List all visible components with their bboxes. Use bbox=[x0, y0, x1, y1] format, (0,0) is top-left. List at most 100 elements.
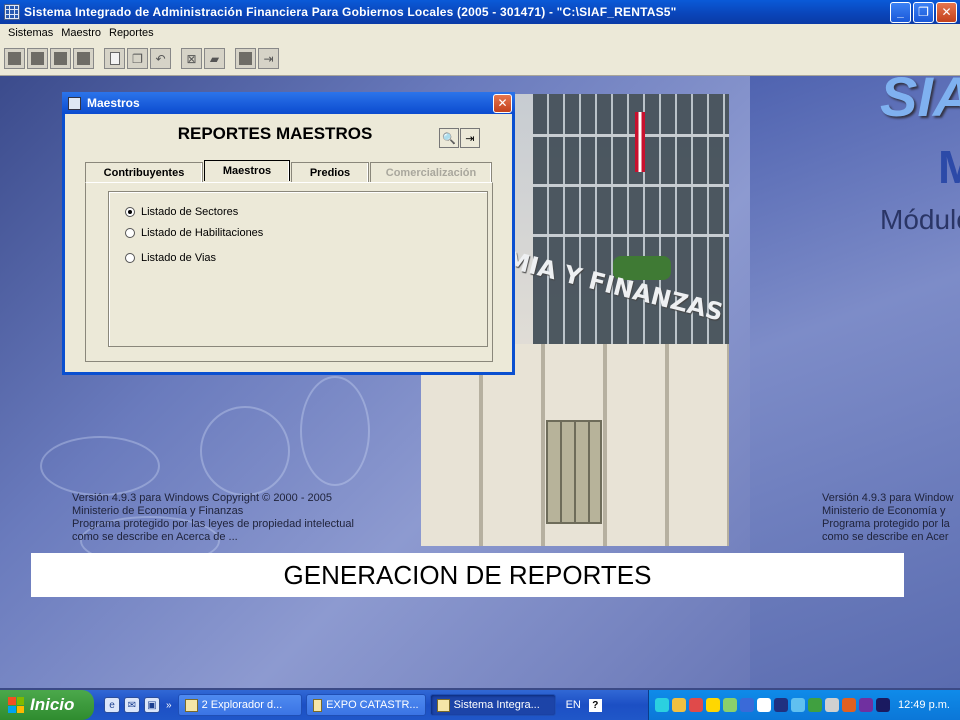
taskbar-sistema-button[interactable]: Sistema Integra... bbox=[429, 694, 556, 716]
tray-icon-10[interactable] bbox=[808, 698, 822, 712]
exit-door-icon: ⇥ bbox=[263, 51, 274, 66]
window-titlebar[interactable]: Sistema Integrado de Administración Fina… bbox=[0, 0, 960, 24]
system-tray: 12:49 p.m. bbox=[648, 690, 960, 720]
tray-icon-7[interactable] bbox=[757, 698, 771, 712]
dialog-titlebar[interactable]: Maestros ✕ bbox=[62, 92, 515, 114]
desktop-icon[interactable]: ▣ bbox=[144, 697, 160, 713]
minimize-button[interactable]: _ bbox=[890, 1, 911, 23]
taskbar-expo-button[interactable]: EXPO CATASTR... bbox=[305, 694, 426, 716]
save-button[interactable]: ▰ bbox=[204, 48, 225, 69]
tray-icon-6[interactable] bbox=[740, 698, 754, 712]
windows-logo-icon bbox=[8, 697, 24, 713]
tray-icon-1[interactable] bbox=[655, 698, 669, 712]
tray-icon-14[interactable] bbox=[876, 698, 890, 712]
document-icon bbox=[312, 698, 323, 712]
save-icon: ▰ bbox=[209, 51, 220, 66]
dialog-close-button[interactable]: ✕ bbox=[493, 93, 512, 113]
exit-dialog-button[interactable]: ⇥ bbox=[460, 128, 480, 148]
ie-icon[interactable]: e bbox=[104, 697, 120, 713]
square-icon bbox=[239, 52, 252, 65]
tray-icon-8[interactable] bbox=[774, 698, 788, 712]
exit-door-icon: ⇥ bbox=[465, 132, 475, 145]
square-icon bbox=[31, 52, 44, 65]
tray-icon-5[interactable] bbox=[723, 698, 737, 712]
peru-flag bbox=[635, 112, 645, 172]
start-label: Inicio bbox=[30, 695, 75, 714]
preview-report-button[interactable]: 🔍 bbox=[439, 128, 459, 148]
app-grid-icon bbox=[436, 698, 450, 712]
app-grid-icon bbox=[4, 4, 20, 20]
copy-icon: ❐ bbox=[132, 51, 143, 66]
square-icon bbox=[54, 52, 67, 65]
tray-icon-3[interactable] bbox=[689, 698, 703, 712]
quick-launch-chevron[interactable]: » bbox=[166, 700, 172, 711]
sun-icon[interactable] bbox=[706, 698, 720, 712]
tray-icon-9[interactable] bbox=[791, 698, 805, 712]
undo-button[interactable]: ↶ bbox=[150, 48, 171, 69]
language-indicator[interactable]: EN bbox=[566, 699, 581, 711]
folder-icon bbox=[184, 698, 198, 712]
exit-button[interactable]: ⇥ bbox=[258, 48, 279, 69]
report-options-group: Listado de Sectores Listado de Habilitac… bbox=[108, 191, 488, 347]
clock: 12:49 p.m. bbox=[898, 699, 950, 711]
menu-maestro[interactable]: Maestro bbox=[57, 27, 105, 39]
dialog-title: Maestros bbox=[87, 96, 140, 110]
close-button[interactable]: ✕ bbox=[936, 1, 957, 23]
radio-listado-vias[interactable]: Listado de Vias bbox=[125, 252, 216, 264]
copyright-right: Versión 4.9.3 para Window Ministerio de … bbox=[822, 492, 954, 543]
toolbar: ❐ ↶ ⊠ ▰ ⇥ bbox=[0, 42, 960, 76]
help-icon[interactable]: ? bbox=[588, 698, 602, 712]
tray-icon-2[interactable] bbox=[672, 698, 686, 712]
dialog-app-icon bbox=[68, 96, 81, 110]
tab-comercializacion: Comercialización bbox=[370, 162, 492, 182]
maestros-dialog: Maestros ✕ REPORTES MAESTROS 🔍 ⇥ Contrib… bbox=[62, 92, 515, 375]
square-icon bbox=[8, 52, 21, 65]
module-letter: M bbox=[938, 141, 960, 193]
copyright-left: Versión 4.9.3 para Windows Copyright © 2… bbox=[72, 492, 354, 543]
report-tabs: Contribuyentes Maestros Predios Comercia… bbox=[85, 160, 493, 182]
copy-button[interactable]: ❐ bbox=[127, 48, 148, 69]
menu-bar: Sistemas Maestro Reportes bbox=[0, 24, 960, 42]
taskbar: Inicio e ✉ ▣ » 2 Explorador d... EXPO CA… bbox=[0, 690, 960, 720]
module-label: Módulo bbox=[880, 204, 960, 235]
tab-predios[interactable]: Predios bbox=[291, 162, 369, 182]
print-preview-icon: 🔍 bbox=[442, 132, 456, 145]
siaf-logo: SIAF bbox=[880, 65, 960, 128]
outlook-icon[interactable]: ✉ bbox=[124, 697, 140, 713]
tray-icon-13[interactable] bbox=[859, 698, 873, 712]
toolbar-button-4[interactable] bbox=[73, 48, 94, 69]
tab-contribuyentes[interactable]: Contribuyentes bbox=[85, 162, 203, 182]
caption-banner: GENERACION DE REPORTES bbox=[31, 553, 904, 597]
start-button[interactable]: Inicio bbox=[0, 690, 94, 720]
delete-button[interactable]: ⊠ bbox=[181, 48, 202, 69]
radio-label: Listado de Habilitaciones bbox=[141, 227, 264, 239]
radio-button[interactable] bbox=[125, 207, 135, 217]
radio-label: Listado de Vias bbox=[141, 252, 217, 264]
menu-reportes[interactable]: Reportes bbox=[105, 27, 158, 39]
menu-sistemas[interactable]: Sistemas bbox=[4, 27, 57, 39]
window-title: Sistema Integrado de Administración Fina… bbox=[24, 5, 677, 19]
new-document-button[interactable] bbox=[104, 48, 125, 69]
task-label: Sistema Integra... bbox=[453, 699, 540, 711]
radio-listado-sectores[interactable]: Listado de Sectores bbox=[125, 206, 238, 218]
toolbar-button-stop[interactable] bbox=[235, 48, 256, 69]
radio-button[interactable] bbox=[125, 253, 135, 263]
radio-label: Listado de Sectores bbox=[141, 206, 239, 218]
maximize-button[interactable]: ❐ bbox=[913, 1, 934, 23]
tab-panel-maestros: Listado de Sectores Listado de Habilitac… bbox=[85, 182, 493, 362]
tab-maestros[interactable]: Maestros bbox=[204, 160, 290, 181]
page-icon bbox=[109, 52, 120, 65]
tray-icon-11[interactable] bbox=[825, 698, 839, 712]
task-label: 2 Explorador d... bbox=[201, 699, 283, 711]
radio-button[interactable] bbox=[125, 228, 135, 238]
toolbar-button-2[interactable] bbox=[27, 48, 48, 69]
taskbar-explorer-button[interactable]: 2 Explorador d... bbox=[177, 694, 302, 716]
dialog-heading: REPORTES MAESTROS bbox=[177, 124, 373, 143]
radio-listado-habilitaciones[interactable]: Listado de Habilitaciones bbox=[125, 227, 263, 239]
task-label: EXPO CATASTR... bbox=[326, 699, 419, 711]
tray-icon-12[interactable] bbox=[842, 698, 856, 712]
toolbar-button-1[interactable] bbox=[4, 48, 25, 69]
toolbar-button-3[interactable] bbox=[50, 48, 71, 69]
quick-launch: e ✉ ▣ bbox=[104, 697, 160, 713]
delete-icon: ⊠ bbox=[186, 51, 197, 66]
